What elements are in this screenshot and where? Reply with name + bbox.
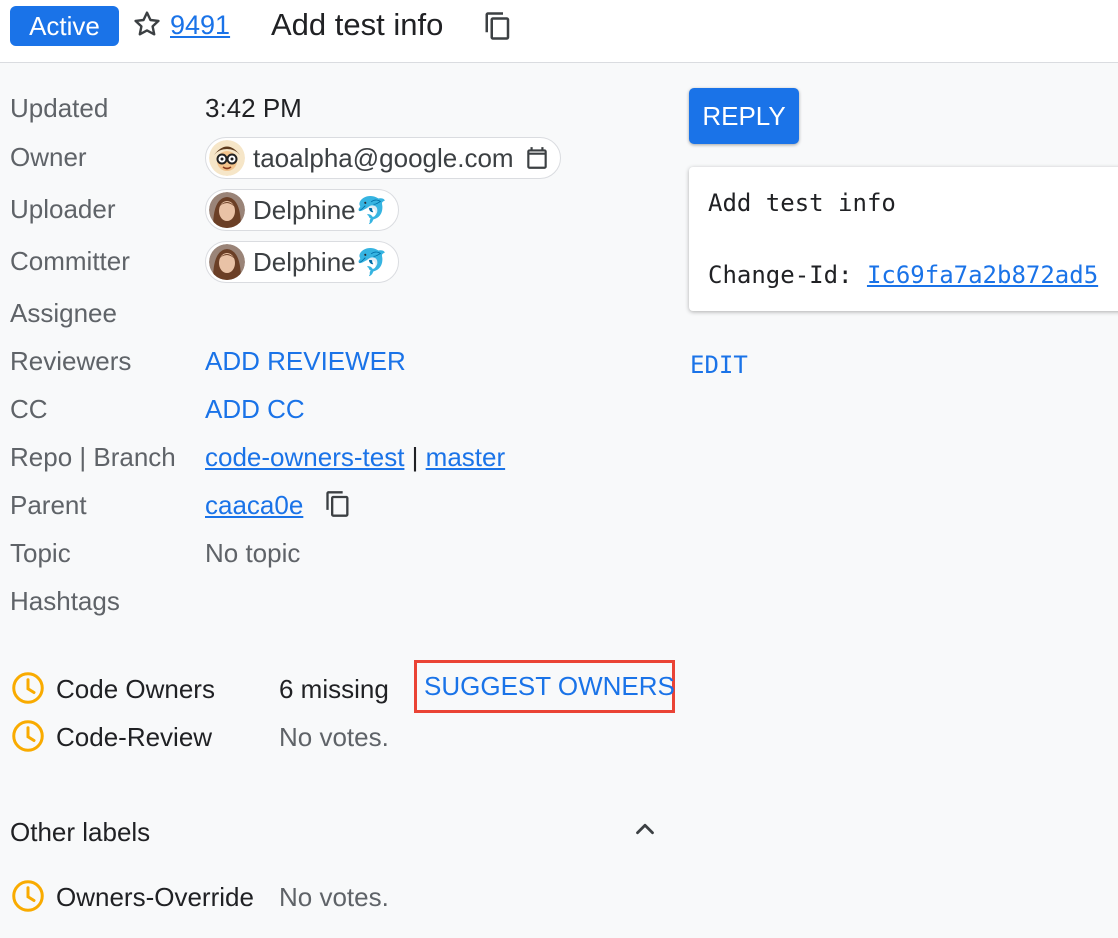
code-owners-status: 6 missing <box>279 674 389 704</box>
branch-link[interactable]: master <box>426 442 505 472</box>
reviewers-label: Reviewers <box>10 346 132 376</box>
avatar <box>209 140 245 176</box>
reply-button[interactable]: REPLY <box>689 88 799 144</box>
change-number-link[interactable]: 9491 <box>170 8 230 42</box>
repo-branch-separator: | <box>411 442 419 472</box>
copy-icon[interactable] <box>483 10 513 42</box>
status-badge: Active <box>10 6 119 46</box>
committer-name: Delphine🐬 <box>253 247 389 277</box>
code-review-status: No votes. <box>279 722 389 752</box>
clock-icon <box>12 880 44 912</box>
commit-message-subject: Add test info <box>708 189 896 217</box>
code-review-label: Code-Review <box>56 722 213 752</box>
parent-label: Parent <box>10 490 87 520</box>
owner-chip[interactable]: taoalpha@google.com <box>205 137 561 179</box>
add-reviewer-button[interactable]: ADD REVIEWER <box>205 345 406 377</box>
repo-branch-label: Repo | Branch <box>10 442 176 472</box>
change-subject: Add test info <box>271 7 444 42</box>
repo-branch-value: code-owners-test | master <box>205 441 505 473</box>
owners-override-label: Owners-Override <box>56 882 254 912</box>
clock-icon <box>12 672 44 704</box>
other-labels-heading: Other labels <box>10 817 151 847</box>
calendar-icon[interactable] <box>524 145 550 171</box>
hashtags-label: Hashtags <box>10 586 120 616</box>
repo-link[interactable]: code-owners-test <box>205 442 404 472</box>
cc-label: CC <box>10 394 48 424</box>
owners-override-status: No votes. <box>279 882 389 912</box>
change-id-label: Change-Id: <box>708 261 867 289</box>
change-id-link[interactable]: Ic69fa7a2b872ad5 <box>867 261 1098 289</box>
suggest-owners-button[interactable]: SUGGEST OWNERS <box>414 660 675 713</box>
uploader-label: Uploader <box>10 194 116 224</box>
parent-commit-link[interactable]: caaca0e <box>205 489 303 521</box>
copy-icon[interactable] <box>324 488 352 520</box>
uploader-name: Delphine🐬 <box>253 195 389 225</box>
change-id-line: Change-Id: Ic69fa7a2b872ad5 <box>708 261 1098 289</box>
assignee-label: Assignee <box>10 298 117 328</box>
topic-label: Topic <box>10 538 71 568</box>
owner-email: taoalpha@google.com <box>253 143 514 173</box>
owner-label: Owner <box>10 142 87 172</box>
updated-label: Updated <box>10 93 109 123</box>
avatar <box>209 244 245 280</box>
code-owners-label: Code Owners <box>56 674 215 704</box>
edit-button[interactable]: EDIT <box>690 349 748 381</box>
updated-value: 3:42 PM <box>205 93 302 123</box>
change-header: Active 9491 Add test info <box>0 0 1118 63</box>
committer-chip[interactable]: Delphine🐬 <box>205 241 400 283</box>
avatar <box>209 192 245 228</box>
committer-label: Committer <box>10 246 130 276</box>
clock-icon <box>12 720 44 752</box>
star-icon[interactable] <box>131 8 163 40</box>
add-cc-button[interactable]: ADD CC <box>205 393 305 425</box>
topic-value[interactable]: No topic <box>205 537 300 569</box>
commit-message-card: Add test info Change-Id: Ic69fa7a2b872ad… <box>689 167 1118 311</box>
uploader-chip[interactable]: Delphine🐬 <box>205 189 400 231</box>
chevron-up-icon[interactable] <box>630 814 660 844</box>
